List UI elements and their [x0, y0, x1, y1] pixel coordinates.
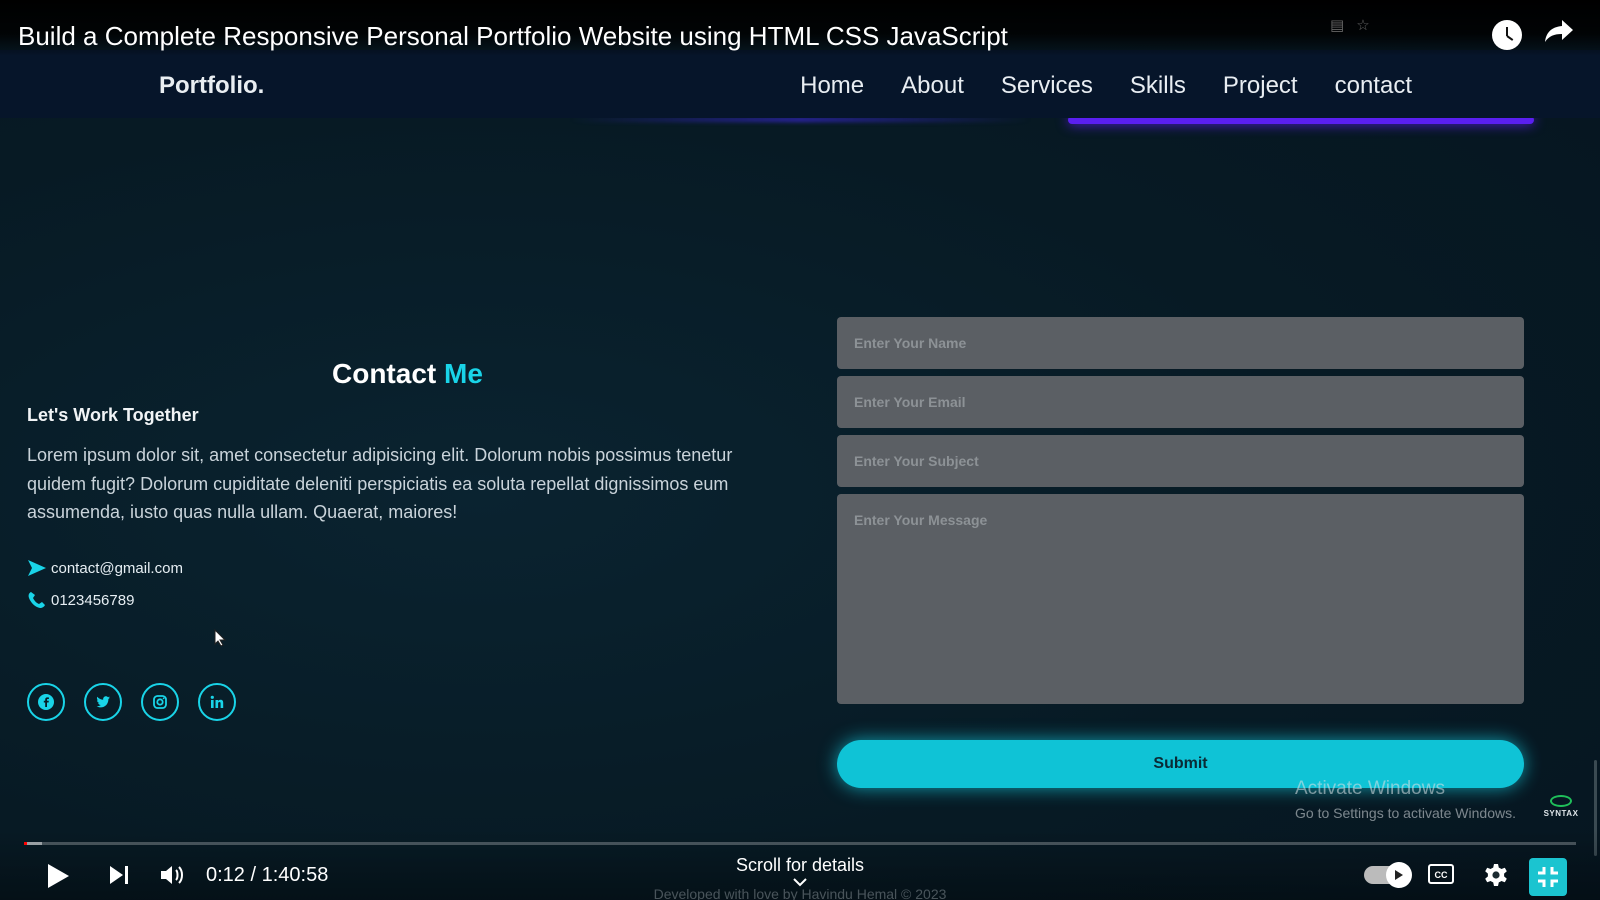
contact-email-row: contact@gmail.com: [27, 559, 183, 577]
title-actions: ▤ ☆: [1318, 16, 1370, 34]
player-controls: 0:12 / 1:40:58 Scroll for details Develo…: [0, 830, 1600, 900]
name-input-placeholder: Enter Your Name: [854, 335, 967, 351]
name-input[interactable]: Enter Your Name: [837, 317, 1524, 369]
channel-logo: SYNTAX: [1539, 795, 1583, 825]
settings-gear-icon[interactable]: [1483, 862, 1509, 888]
exit-fullscreen-icon: [1538, 867, 1558, 887]
channel-logo-mark: [1550, 795, 1572, 807]
instagram-icon[interactable]: [141, 683, 179, 721]
nav-services[interactable]: Services: [1001, 72, 1093, 100]
captions-icon[interactable]: CC: [1428, 864, 1454, 884]
site-header: Portfolio. Home About Services Skills Pr…: [0, 50, 1600, 118]
site-nav: Home About Services Skills Project conta…: [800, 72, 1412, 100]
email-input[interactable]: Enter Your Email: [837, 376, 1524, 428]
contact-heading-main: Contact: [332, 358, 444, 389]
contact-phone[interactable]: 0123456789: [51, 592, 134, 609]
nav-contact[interactable]: contact: [1335, 72, 1412, 100]
site-logo[interactable]: Portfolio.: [159, 72, 264, 100]
send-icon: [28, 560, 46, 576]
site-footer-credit: Developed with love by Havindu Hemal © 2…: [653, 886, 947, 900]
message-textarea[interactable]: Enter Your Message: [837, 494, 1524, 704]
share-icon[interactable]: [1544, 18, 1574, 44]
watch-later-icon[interactable]: [1492, 20, 1522, 50]
contact-heading-accent: Me: [444, 358, 483, 389]
social-links: [27, 683, 236, 721]
windows-activation-watermark: Activate Windows Go to Settings to activ…: [1295, 778, 1516, 821]
linkedin-icon[interactable]: [198, 683, 236, 721]
scroll-for-details[interactable]: Scroll for details: [0, 855, 1600, 876]
nav-project[interactable]: Project: [1223, 72, 1298, 100]
autoplay-toggle[interactable]: [1364, 862, 1412, 888]
phone-icon: [28, 592, 45, 608]
channel-logo-text: SYNTAX: [1543, 809, 1579, 818]
twitter-icon[interactable]: [84, 683, 122, 721]
video-player[interactable]: Build a Complete Responsive Personal Por…: [0, 0, 1600, 900]
autoplay-play-icon: [1386, 862, 1412, 888]
message-textarea-placeholder: Enter Your Message: [854, 512, 988, 528]
subject-input[interactable]: Enter Your Subject: [837, 435, 1524, 487]
subject-input-placeholder: Enter Your Subject: [854, 453, 979, 469]
star-icon[interactable]: ☆: [1356, 16, 1369, 34]
nav-skills[interactable]: Skills: [1130, 72, 1186, 100]
progress-bar[interactable]: [24, 842, 1576, 845]
svg-text:CC: CC: [1435, 870, 1448, 880]
email-input-placeholder: Enter Your Email: [854, 394, 966, 410]
contact-heading: Contact Me: [332, 358, 483, 390]
contact-subheading: Let's Work Together: [27, 405, 199, 425]
playlist-icon[interactable]: ▤: [1330, 16, 1344, 34]
facebook-icon[interactable]: [27, 683, 65, 721]
contact-paragraph: Lorem ipsum dolor sit, amet consectetur …: [27, 445, 733, 522]
contact-phone-row: 0123456789: [27, 591, 134, 609]
progress-played: [24, 842, 28, 845]
video-title-bar: Build a Complete Responsive Personal Por…: [0, 0, 1600, 56]
nav-about[interactable]: About: [901, 72, 964, 100]
contact-email[interactable]: contact@gmail.com: [51, 560, 183, 577]
nav-home[interactable]: Home: [800, 72, 864, 100]
exit-fullscreen-button[interactable]: [1529, 858, 1567, 896]
mouse-cursor-icon: [214, 629, 226, 647]
activate-windows-title: Activate Windows: [1295, 778, 1445, 799]
video-title[interactable]: Build a Complete Responsive Personal Por…: [18, 21, 1008, 52]
activate-windows-subtitle: Go to Settings to activate Windows.: [1295, 805, 1516, 821]
